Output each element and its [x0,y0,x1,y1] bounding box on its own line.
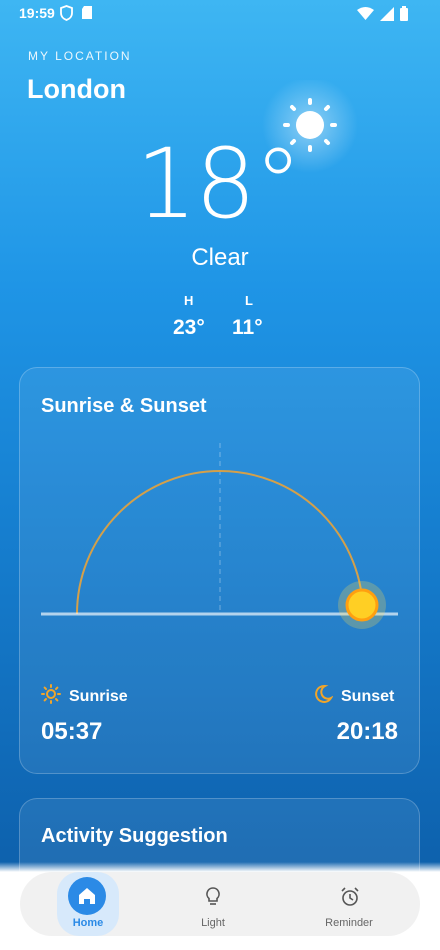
card-title: Activity Suggestion [41,825,228,847]
sunrise-sunset-card: Sunrise & Sunset Sunrise Sunset 05:37 20… [19,367,420,774]
nav-label-light: Light [201,917,225,929]
battery-icon [400,6,408,26]
sunrise-icon [41,684,61,709]
low-temperature: 11° [232,316,263,339]
moon-icon [313,684,334,709]
sunrise-label: Sunrise [69,687,128,705]
sunrise-label-group: Sunrise [41,684,128,709]
shield-icon [60,5,73,26]
home-icon-circle [68,877,106,915]
city-name: London [27,74,126,104]
nav-label-home: Home [72,917,104,929]
sun-path-diagram [41,443,398,629]
sunset-time: 20:18 [336,718,398,745]
sunrise-time: 05:37 [41,718,103,745]
nav-item-reminder[interactable]: Reminder [299,872,399,936]
status-time: 19:59 [19,5,55,21]
home-icon [79,888,95,904]
card-title: Sunrise & Sunset [41,395,207,417]
alarm-clock-icon [339,886,361,913]
low-label: L [245,293,253,308]
nav-label-reminder: Reminder [325,917,373,929]
nav-item-home[interactable]: Home [44,872,144,936]
bottom-navigation: Home Light Reminder [20,872,420,936]
sd-card-icon [81,5,93,26]
sunset-label-group: Sunset [313,684,394,709]
high-label: H [184,293,194,308]
lightbulb-icon [203,886,223,913]
current-temperature: 18° [135,128,302,240]
high-temperature: 23° [173,316,205,339]
wifi-icon [357,7,374,25]
sun-position-marker [345,588,379,622]
nav-item-light[interactable]: Light [163,872,263,936]
signal-icon [380,6,394,26]
status-bar: 19:59 [0,0,440,28]
weather-condition: Clear [191,244,249,271]
sunset-label: Sunset [341,687,395,705]
location-caption: MY LOCATION [28,49,132,63]
